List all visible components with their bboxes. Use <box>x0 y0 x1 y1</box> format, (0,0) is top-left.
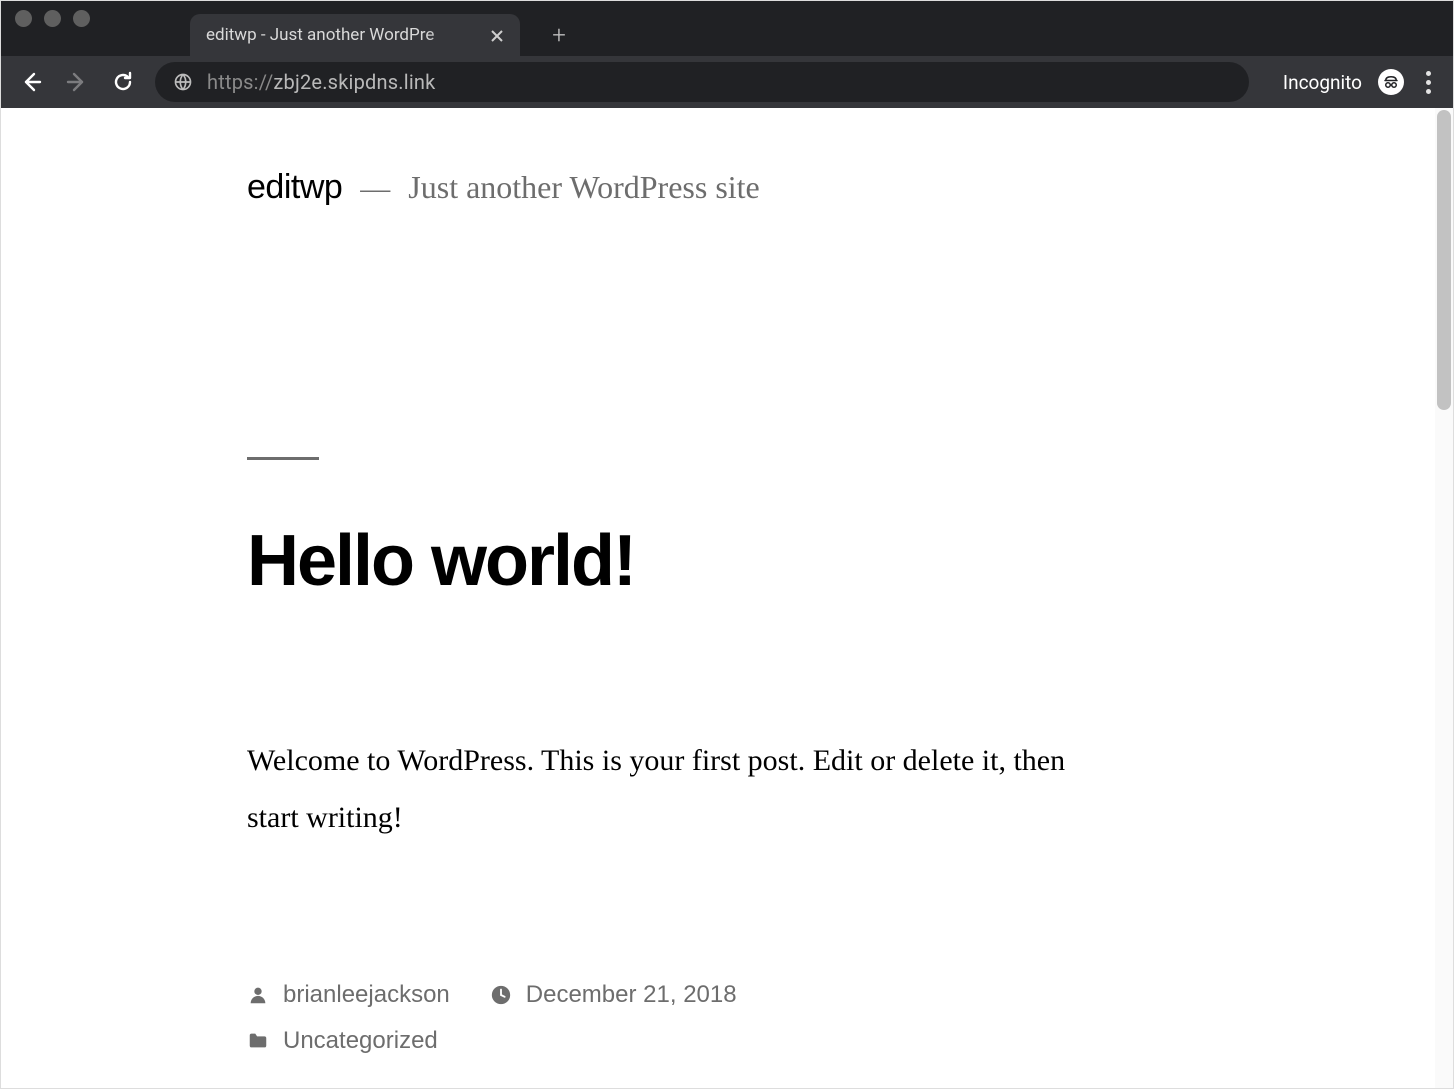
post: Hello world! Welcome to WordPress. This … <box>247 457 1111 1055</box>
close-tab-button[interactable] <box>490 28 504 42</box>
post-category[interactable]: Uncategorized <box>247 1027 438 1055</box>
clock-icon <box>490 984 512 1006</box>
post-body: Welcome to WordPress. This is your first… <box>247 732 1097 846</box>
toolbar-right: Incognito <box>1283 69 1437 95</box>
person-icon <box>247 984 269 1006</box>
address-bar[interactable]: https://zbj2e.skipdns.link <box>155 62 1249 102</box>
forward-button[interactable] <box>63 68 91 96</box>
post-title-link[interactable]: Hello world! <box>247 520 1111 602</box>
post-date[interactable]: December 21, 2018 <box>490 981 737 1009</box>
post-author-name: brianleejackson <box>283 981 450 1009</box>
page-viewport: editwp — Just another WordPress site Hel… <box>1 108 1453 1088</box>
folder-icon <box>247 1030 269 1052</box>
tab-title: editwp - Just another WordPre <box>206 25 480 45</box>
back-button[interactable] <box>17 68 45 96</box>
browser-menu-button[interactable] <box>1420 71 1437 94</box>
browser-tab[interactable]: editwp - Just another WordPre <box>190 14 520 56</box>
incognito-icon <box>1378 69 1404 95</box>
scrollbar[interactable] <box>1435 108 1453 1088</box>
post-meta: brianleejackson December 21, 2018 Uncate… <box>247 981 1111 1055</box>
reload-button[interactable] <box>109 68 137 96</box>
maximize-window-button[interactable] <box>73 10 90 27</box>
plus-icon: + <box>552 23 566 47</box>
site-title-link[interactable]: editwp <box>247 168 342 207</box>
url-text: https://zbj2e.skipdns.link <box>207 70 435 94</box>
toolbar: https://zbj2e.skipdns.link Incognito <box>1 56 1453 108</box>
window-controls <box>15 1 90 56</box>
incognito-label: Incognito <box>1283 71 1362 94</box>
scrollbar-thumb[interactable] <box>1437 110 1451 410</box>
post-date-text: December 21, 2018 <box>526 981 737 1009</box>
page-content: editwp — Just another WordPress site Hel… <box>1 108 1111 1088</box>
globe-icon <box>173 72 193 92</box>
new-tab-button[interactable]: + <box>538 14 580 56</box>
site-title-dash: — <box>360 172 390 206</box>
site-header: editwp — Just another WordPress site <box>247 168 1111 207</box>
site-tagline: Just another WordPress site <box>408 169 759 206</box>
post-category-text: Uncategorized <box>283 1027 438 1055</box>
post-rule <box>247 457 319 460</box>
minimize-window-button[interactable] <box>44 10 61 27</box>
post-author[interactable]: brianleejackson <box>247 981 450 1009</box>
browser-chrome: editwp - Just another WordPre + https://… <box>1 1 1453 108</box>
tab-bar: editwp - Just another WordPre + <box>1 1 1453 56</box>
close-window-button[interactable] <box>15 10 32 27</box>
